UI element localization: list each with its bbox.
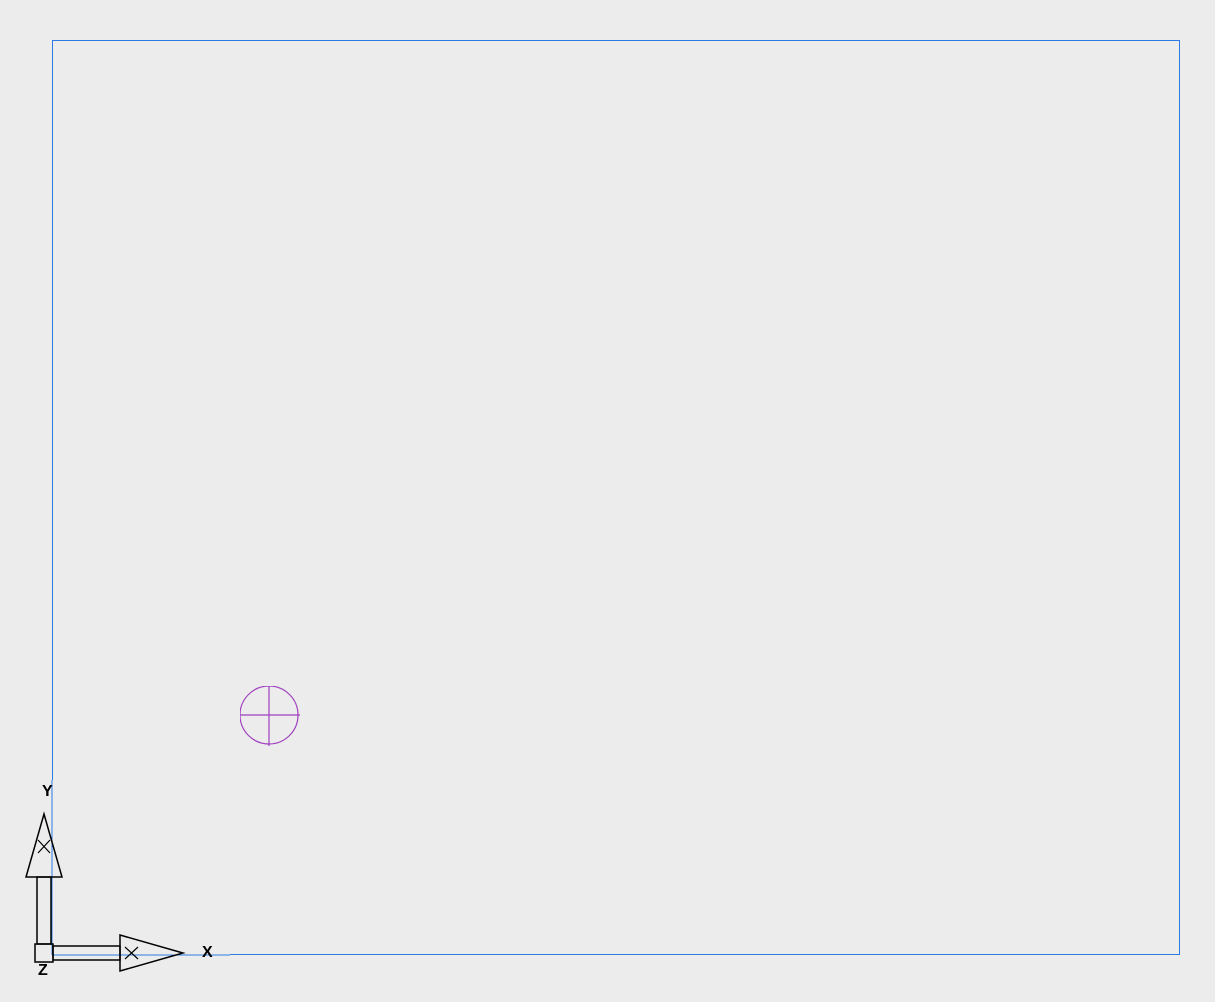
- datum-marker-icon: [240, 686, 304, 750]
- z-axis-label: Z: [38, 962, 48, 980]
- x-axis-label: X: [202, 944, 213, 962]
- viewport-frame[interactable]: [52, 40, 1180, 955]
- y-axis-label: Y: [42, 783, 53, 801]
